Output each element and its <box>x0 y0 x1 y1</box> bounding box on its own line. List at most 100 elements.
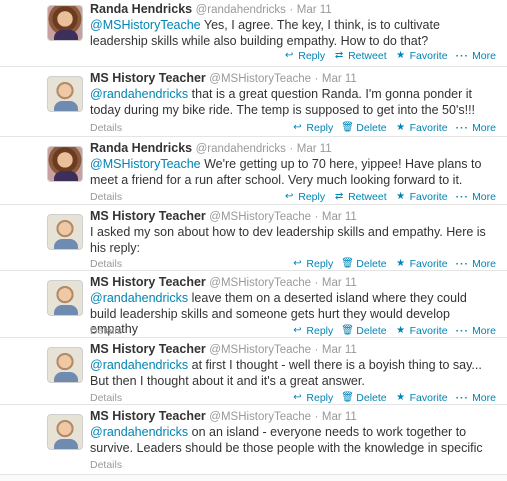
author-name[interactable]: MS History Teacher <box>90 209 206 223</box>
timestamp[interactable]: Mar 11 <box>322 277 357 289</box>
author-handle[interactable]: @MSHistoryTeache <box>209 277 311 289</box>
details-link[interactable]: Details <box>90 324 122 338</box>
timestamp[interactable]: Mar 11 <box>322 73 357 85</box>
favorite-button[interactable]: ★ Favorite <box>395 49 447 63</box>
timestamp[interactable]: Mar 11 <box>322 211 357 223</box>
ellipsis-icon: ··· <box>455 191 470 203</box>
tweet-actions: ↩ Reply 🗑 Delete ★ Favorite ··· More <box>283 257 496 271</box>
author-name[interactable]: MS History Teacher <box>90 409 206 423</box>
author-handle[interactable]: @MSHistoryTeache <box>209 411 311 423</box>
avatar[interactable] <box>47 414 83 450</box>
more-button[interactable]: ··· More <box>456 49 496 63</box>
retweet-button[interactable]: ⇄ Retweet <box>333 190 387 204</box>
tweet[interactable]: MS History Teacher @MSHistoryTeache · Ma… <box>0 67 507 137</box>
tweet[interactable]: MS History Teacher @MSHistoryTeache · Ma… <box>0 271 507 338</box>
ellipsis-icon: ··· <box>455 392 470 404</box>
tweet-header: Randa Hendricks @randahendricks · Mar 11 <box>90 2 332 16</box>
delete-button[interactable]: 🗑 Delete <box>341 391 386 405</box>
details-link[interactable]: Details <box>90 121 122 135</box>
avatar[interactable] <box>47 280 83 316</box>
avatar[interactable] <box>47 76 83 112</box>
mention-link[interactable]: @MSHistoryTeache <box>90 157 201 171</box>
more-button[interactable]: ··· More <box>456 257 496 271</box>
author-handle[interactable]: @MSHistoryTeache <box>209 344 311 356</box>
favorite-button[interactable]: ★ Favorite <box>395 257 447 271</box>
author-handle[interactable]: @randahendricks <box>196 143 286 155</box>
author-name[interactable]: Randa Hendricks <box>90 2 192 16</box>
timestamp[interactable]: Mar 11 <box>322 344 357 356</box>
retweet-icon: ⇄ <box>334 50 344 61</box>
reply-button[interactable]: ↩ Reply <box>291 257 333 271</box>
reply-button[interactable]: ↩ Reply <box>283 49 325 63</box>
delete-button[interactable]: 🗑 Delete <box>341 324 386 338</box>
reply-arrow-icon: ↩ <box>285 191 294 202</box>
more-button[interactable]: ··· More <box>456 190 496 204</box>
retweet-icon: ⇄ <box>334 191 344 202</box>
author-handle[interactable]: @MSHistoryTeache <box>209 211 311 223</box>
favorite-button[interactable]: ★ Favorite <box>395 121 447 135</box>
details-link[interactable]: Details <box>90 391 122 405</box>
author-handle[interactable]: @randahendricks <box>196 4 286 16</box>
author-name[interactable]: MS History Teacher <box>90 71 206 85</box>
details-link[interactable]: Details <box>90 190 122 204</box>
mention-link[interactable]: @randahendricks <box>90 87 188 101</box>
tweet-text: @randahendricks at first I thought - wel… <box>90 358 482 388</box>
tweet-text: @MSHistoryTeache We're getting up to 70 … <box>90 157 482 187</box>
avatar[interactable] <box>47 214 83 250</box>
mention-link[interactable]: @randahendricks <box>90 358 188 372</box>
tweet[interactable]: MS History Teacher @MSHistoryTeache · Ma… <box>0 405 507 475</box>
ellipsis-icon: ··· <box>455 50 470 62</box>
tweet-text: I asked my son about how to dev leadersh… <box>90 225 486 255</box>
tweet-actions: ↩ Reply ⇄ Retweet ★ Favorite ··· More <box>275 49 496 63</box>
delete-button[interactable]: 🗑 Delete <box>341 257 386 271</box>
delete-button[interactable]: 🗑 Delete <box>341 121 386 135</box>
more-button[interactable]: ··· More <box>456 391 496 405</box>
author-handle[interactable]: @MSHistoryTeache <box>209 73 311 85</box>
tweet[interactable]: Randa Hendricks @randahendricks · Mar 11… <box>0 137 507 205</box>
tweet-header: MS History Teacher @MSHistoryTeache · Ma… <box>90 209 357 223</box>
reply-arrow-icon: ↩ <box>293 122 302 133</box>
tweet-actions: ↩ Reply 🗑 Delete ★ Favorite ··· More <box>283 324 496 338</box>
reply-arrow-icon: ↩ <box>293 325 302 336</box>
ellipsis-icon: ··· <box>455 325 470 337</box>
favorite-button[interactable]: ★ Favorite <box>395 190 447 204</box>
avatar[interactable] <box>47 347 83 383</box>
tweet-header: MS History Teacher @MSHistoryTeache · Ma… <box>90 409 357 423</box>
favorite-button[interactable]: ★ Favorite <box>395 391 447 405</box>
mention-link[interactable]: @randahendricks <box>90 291 188 305</box>
tweet[interactable]: MS History Teacher @MSHistoryTeache · Ma… <box>0 338 507 405</box>
details-link[interactable]: Details <box>90 257 122 271</box>
timestamp[interactable]: Mar 11 <box>297 143 332 155</box>
tweet-actions: ↩ Reply 🗑 Delete ★ Favorite ··· More <box>283 121 496 135</box>
avatar[interactable] <box>47 146 83 182</box>
avatar[interactable] <box>47 5 83 41</box>
reply-button[interactable]: ↩ Reply <box>291 324 333 338</box>
author-name[interactable]: MS History Teacher <box>90 342 206 356</box>
more-button[interactable]: ··· More <box>456 121 496 135</box>
tweet-text: @randahendricks that is a great question… <box>90 87 476 117</box>
star-icon: ★ <box>396 191 406 202</box>
reply-button[interactable]: ↩ Reply <box>283 190 325 204</box>
author-name[interactable]: MS History Teacher <box>90 275 206 289</box>
ellipsis-icon: ··· <box>455 258 470 270</box>
star-icon: ★ <box>396 122 406 133</box>
timestamp[interactable]: Mar 11 <box>322 411 357 423</box>
reply-arrow-icon: ↩ <box>285 50 294 61</box>
reply-button[interactable]: ↩ Reply <box>291 121 333 135</box>
author-name[interactable]: Randa Hendricks <box>90 141 192 155</box>
mention-link[interactable]: @MSHistoryTeache <box>90 18 201 32</box>
tweet-header: MS History Teacher @MSHistoryTeache · Ma… <box>90 71 357 85</box>
more-button[interactable]: ··· More <box>456 324 496 338</box>
details-link[interactable]: Details <box>90 458 122 472</box>
mention-link[interactable]: @randahendricks <box>90 425 188 439</box>
retweet-button[interactable]: ⇄ Retweet <box>333 49 387 63</box>
trash-icon: 🗑 <box>341 122 354 133</box>
timestamp[interactable]: Mar 11 <box>297 4 332 16</box>
star-icon: ★ <box>396 258 406 269</box>
tweet[interactable]: MS History Teacher @MSHistoryTeache · Ma… <box>0 205 507 271</box>
favorite-button[interactable]: ★ Favorite <box>395 324 447 338</box>
tweet-timeline: Randa Hendricks @randahendricks · Mar 11… <box>0 0 507 481</box>
reply-button[interactable]: ↩ Reply <box>291 391 333 405</box>
tweet[interactable]: Randa Hendricks @randahendricks · Mar 11… <box>0 0 507 67</box>
star-icon: ★ <box>396 50 406 61</box>
